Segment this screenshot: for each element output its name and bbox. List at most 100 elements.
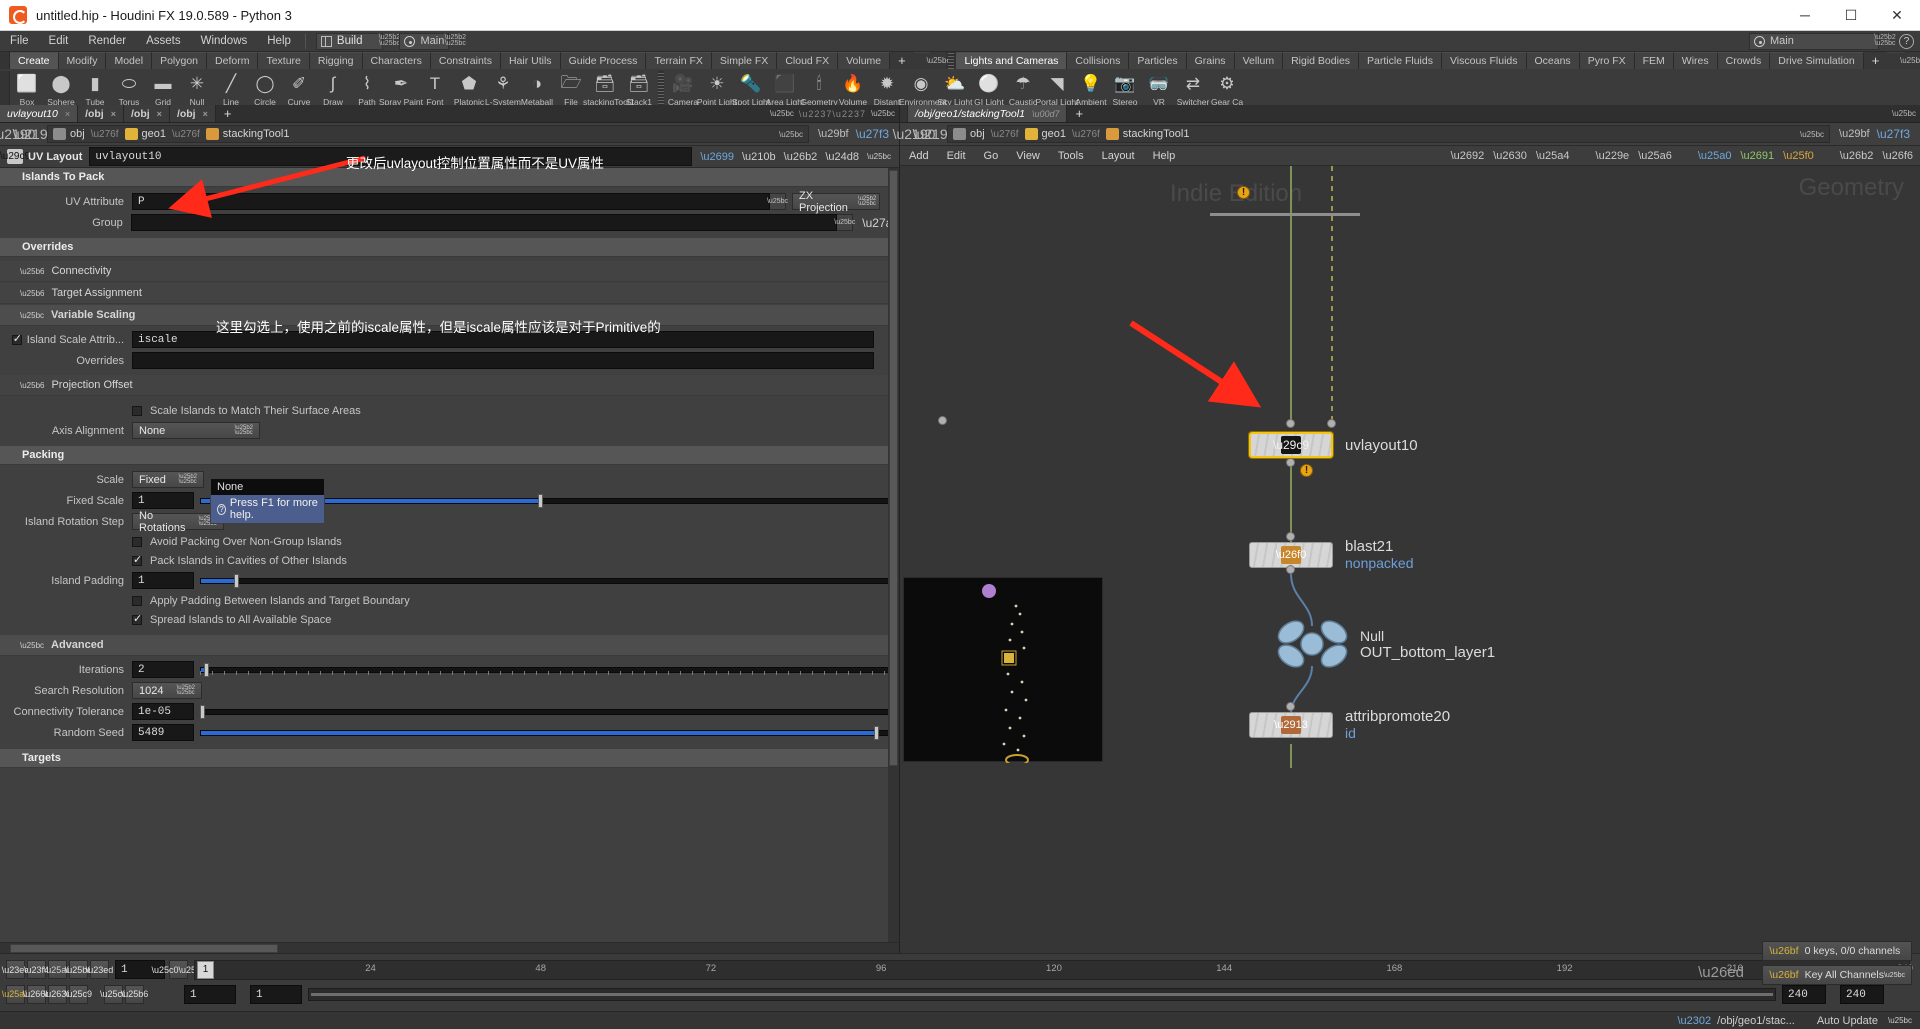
- network-breadcrumb-geo1[interactable]: geo1: [1024, 128, 1066, 140]
- jump-start-button[interactable]: \u23ee: [2, 960, 29, 979]
- parameter-tab-2[interactable]: /obj ×: [124, 105, 170, 122]
- network-grab[interactable]: [900, 105, 908, 122]
- param-menu-icon[interactable]: \u25bc: [867, 152, 891, 161]
- shelf-tab-characters[interactable]: Characters: [362, 52, 431, 69]
- refresh-icon[interactable]: \u27f3: [856, 127, 889, 141]
- breadcrumb-obj[interactable]: obj: [53, 128, 85, 140]
- node-uvlayout10-box[interactable]: \u29c9: [1249, 432, 1333, 458]
- shelf-tab-modify[interactable]: Modify: [58, 52, 107, 69]
- pack-cavities-checkbox[interactable]: [132, 553, 142, 566]
- apply-padding-checkbox[interactable]: [132, 595, 142, 606]
- network-search-icon[interactable]: \u26b2: [1840, 150, 1874, 162]
- network-tab-add[interactable]: +: [1067, 105, 1091, 122]
- param-hscrollbar[interactable]: [0, 942, 899, 953]
- shelf-tab-particles[interactable]: Particles: [1129, 52, 1187, 69]
- network-nav-forward-icon[interactable]: \u2192: [913, 124, 956, 144]
- pane-menu-icon[interactable]: \u25bc: [770, 109, 794, 118]
- mini-viewport[interactable]: [903, 577, 1103, 763]
- network-pane-menu-icon[interactable]: \u25bc: [1892, 109, 1916, 118]
- fullscreen-icon[interactable]: \u26f6: [1882, 150, 1913, 162]
- shelf-tab-grains[interactable]: Grains: [1186, 52, 1235, 69]
- radial-spinner[interactable]: \u25b2 \u25bc: [445, 33, 466, 50]
- collapse-advanced[interactable]: \u25bc Advanced: [0, 635, 899, 656]
- network-menu-help[interactable]: Help: [1144, 150, 1185, 162]
- node-collapsed-bar[interactable]: [1210, 213, 1360, 216]
- network-breadcrumb-stackingtool1[interactable]: stackingTool1: [1105, 128, 1189, 140]
- maximize-button[interactable]: ☐: [1828, 0, 1874, 30]
- auto-update-label[interactable]: Auto Update: [1817, 1015, 1878, 1027]
- network-tab[interactable]: /obj/geo1/stackingTool1 \u00d7: [908, 105, 1068, 122]
- null-node-shape[interactable]: [1275, 618, 1350, 670]
- connectivity-tolerance-slider[interactable]: [200, 704, 899, 719]
- animation-gear-icon[interactable]: \u26ed: [1698, 964, 1744, 981]
- status-house-icon[interactable]: \u2302: [1677, 1015, 1711, 1027]
- parameter-tab-close-icon[interactable]: ×: [65, 109, 70, 119]
- fixed-scale-input[interactable]: 1: [132, 492, 194, 509]
- shelf-tab-texture[interactable]: Texture: [258, 52, 310, 69]
- node-uvlayout10[interactable]: \u29c9 uvlayout10: [1249, 432, 1418, 458]
- island-scale-attrib-checkbox[interactable]: [11, 332, 22, 345]
- island-padding-slider[interactable]: [200, 573, 899, 588]
- key-all-caret-icon[interactable]: \u25bc: [1884, 972, 1905, 979]
- shelf-tab-fem[interactable]: FEM: [1634, 52, 1674, 69]
- breadcrumb-stackingtool1[interactable]: stackingTool1: [205, 128, 289, 140]
- collapse-connectivity[interactable]: \u25b6 Connectivity: [0, 261, 899, 282]
- shelf-tab-cloud-fx[interactable]: Cloud FX: [777, 52, 839, 69]
- shelf-tab-viscous-fluids[interactable]: Viscous Fluids: [1441, 52, 1527, 69]
- island-padding-input[interactable]: 1: [132, 572, 194, 589]
- node-blast21-output-port[interactable]: [1286, 565, 1295, 574]
- shelf-tab-drive-simulation[interactable]: Drive Simulation: [1770, 52, 1864, 69]
- network-pin-icon[interactable]: \u29bf: [1839, 128, 1870, 140]
- shelf-caret-left-icon[interactable]: \u25bc: [926, 52, 950, 69]
- flag-icon[interactable]: \u2691: [1741, 150, 1775, 162]
- shelf-tab-guide-process[interactable]: Guide Process: [560, 52, 647, 69]
- network-menu-add[interactable]: Add: [900, 150, 938, 162]
- network-menu-view[interactable]: View: [1007, 150, 1049, 162]
- menu-render[interactable]: Render: [78, 31, 136, 52]
- network-menu-layout[interactable]: Layout: [1093, 150, 1144, 162]
- network-menu-go[interactable]: Go: [975, 150, 1008, 162]
- range-start-field[interactable]: 1: [184, 984, 236, 1004]
- shelf-tab-vellum[interactable]: Vellum: [1234, 52, 1284, 69]
- connectivity-tolerance-input[interactable]: 1e-05: [132, 703, 194, 720]
- info-icon[interactable]: \u24d8: [825, 151, 859, 163]
- iterations-input[interactable]: 2: [132, 661, 194, 678]
- menu-edit[interactable]: Edit: [39, 31, 79, 52]
- node-attribpromote20[interactable]: \u2913 attribpromote20 id: [1249, 708, 1450, 741]
- shelf-tab-crowds[interactable]: Crowds: [1717, 52, 1771, 69]
- collapse-target-assignment[interactable]: \u25b6 Target Assignment: [0, 283, 899, 304]
- shelf-tab-model[interactable]: Model: [106, 52, 153, 69]
- parameter-tab-3[interactable]: /obj ×: [169, 105, 216, 122]
- group-dropdown-icon[interactable]: \u25bc: [834, 214, 855, 231]
- shelf-tab-deform[interactable]: Deform: [207, 52, 259, 69]
- shelf-tab-polygon[interactable]: Polygon: [152, 52, 208, 69]
- timeline-ruler[interactable]: 1 24487296120144168192216240: [194, 959, 1913, 980]
- node-uvlayout10-badge[interactable]: !: [1300, 464, 1313, 477]
- uv-attribute-input[interactable]: P: [132, 193, 770, 210]
- random-seed-slider[interactable]: [200, 725, 899, 740]
- breadcrumb-dropdown-icon[interactable]: \u25bc: [779, 130, 803, 139]
- grid-view-icon[interactable]: \u229e: [1596, 150, 1630, 162]
- collapse-projection-offset[interactable]: \u25b6 Projection Offset: [0, 375, 899, 396]
- desktop-spinner[interactable]: \u25b2 \u25bc: [379, 33, 400, 50]
- close-button[interactable]: ✕: [1874, 0, 1920, 30]
- menu-assets[interactable]: Assets: [136, 31, 191, 52]
- node-uvlayout10-output-port[interactable]: [1286, 458, 1295, 467]
- shelf-add-right[interactable]: +: [1863, 52, 1888, 69]
- breadcrumb-geo1[interactable]: geo1: [124, 128, 166, 140]
- folder-icon[interactable]: \u25f0: [1783, 150, 1814, 162]
- parameter-tab-close-icon[interactable]: ×: [111, 109, 116, 119]
- range-next-button[interactable]: \u25b6: [121, 984, 148, 1004]
- key-all-channels-button[interactable]: \u26bf Key All Channels \u25bc: [1762, 965, 1912, 985]
- color-icon[interactable]: \u25a0: [1698, 150, 1732, 162]
- node-attribpromote20-input-port[interactable]: [1286, 702, 1295, 711]
- param-vscrollbar[interactable]: [888, 168, 899, 942]
- group-input[interactable]: [130, 214, 838, 231]
- range-slider[interactable]: [308, 987, 1776, 1001]
- table-view-icon[interactable]: \u25a6: [1638, 150, 1672, 162]
- jump-end-button[interactable]: \u23ed: [86, 960, 113, 979]
- parameter-tab-close-icon[interactable]: ×: [203, 109, 208, 119]
- search-resolution-dropdown[interactable]: 1024 \u25b2 \u25bc: [132, 682, 202, 699]
- shelf-tab-terrain-fx[interactable]: Terrain FX: [646, 52, 712, 69]
- shelf-tab-particle-fluids[interactable]: Particle Fluids: [1359, 52, 1442, 69]
